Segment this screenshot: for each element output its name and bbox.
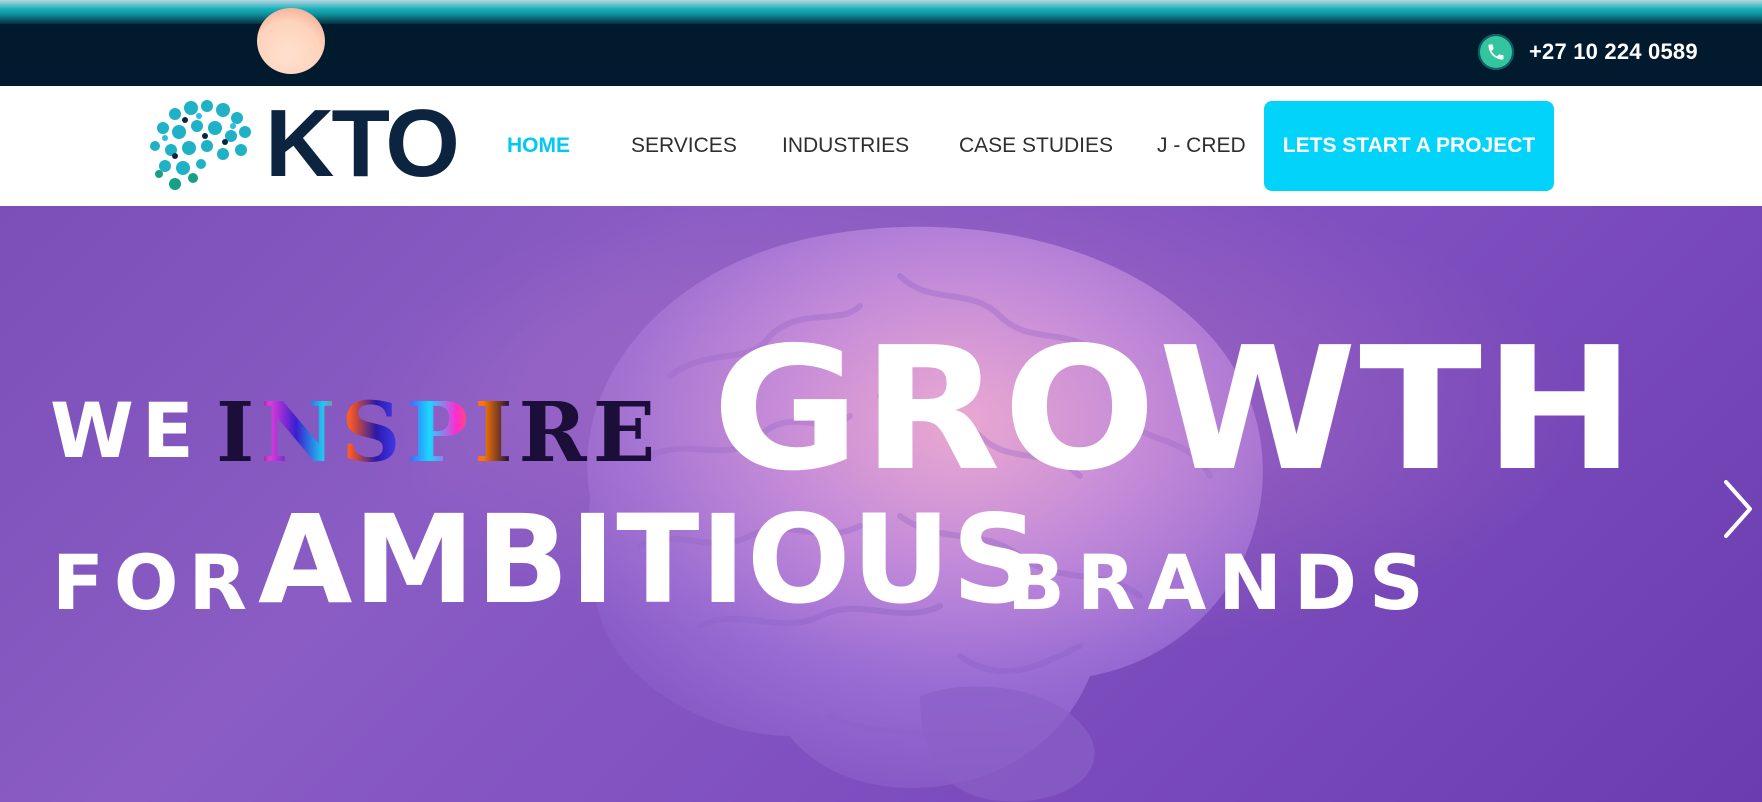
phone-number[interactable]: +27 10 224 0589 — [1529, 39, 1698, 65]
main-nav: KTO HOME SERVICES INDUSTRIES CASE STUDIE… — [0, 86, 1762, 206]
headline-brands: BRANDS — [1007, 538, 1436, 627]
nav-case-studies[interactable]: CASE STUDIES — [959, 134, 1113, 158]
phone-glyph — [1488, 44, 1504, 60]
brain-dots-icon — [150, 100, 251, 190]
nav-j-cred[interactable]: J - CRED — [1157, 134, 1246, 158]
brand-logo[interactable]: KTO — [145, 92, 460, 194]
start-project-button[interactable]: LETS START A PROJECT — [1264, 101, 1554, 191]
nav-home[interactable]: HOME — [507, 134, 570, 158]
top-bar: +27 10 224 0589 — [0, 0, 1762, 86]
headline-inspire: INSPIRE — [216, 385, 662, 481]
chevron-right-icon — [1724, 480, 1752, 538]
headline-growth: GROWTH — [712, 311, 1638, 509]
nav-services[interactable]: SERVICES — [631, 134, 737, 158]
hero-banner: WE INSPIRE GROWTH FOR AMBITIOUS BRANDS — [0, 206, 1762, 802]
brand-name: KTO — [265, 90, 460, 197]
headline-for: FOR — [52, 538, 258, 627]
headline-ambitious: AMBITIOUS — [258, 489, 1041, 631]
avatar[interactable] — [257, 8, 325, 74]
phone-contact[interactable]: +27 10 224 0589 — [1478, 33, 1698, 71]
phone-icon — [1478, 34, 1514, 70]
headline-we: WE — [50, 386, 202, 475]
nav-industries[interactable]: INDUSTRIES — [782, 134, 909, 158]
slider-next-button[interactable] — [1718, 474, 1758, 544]
